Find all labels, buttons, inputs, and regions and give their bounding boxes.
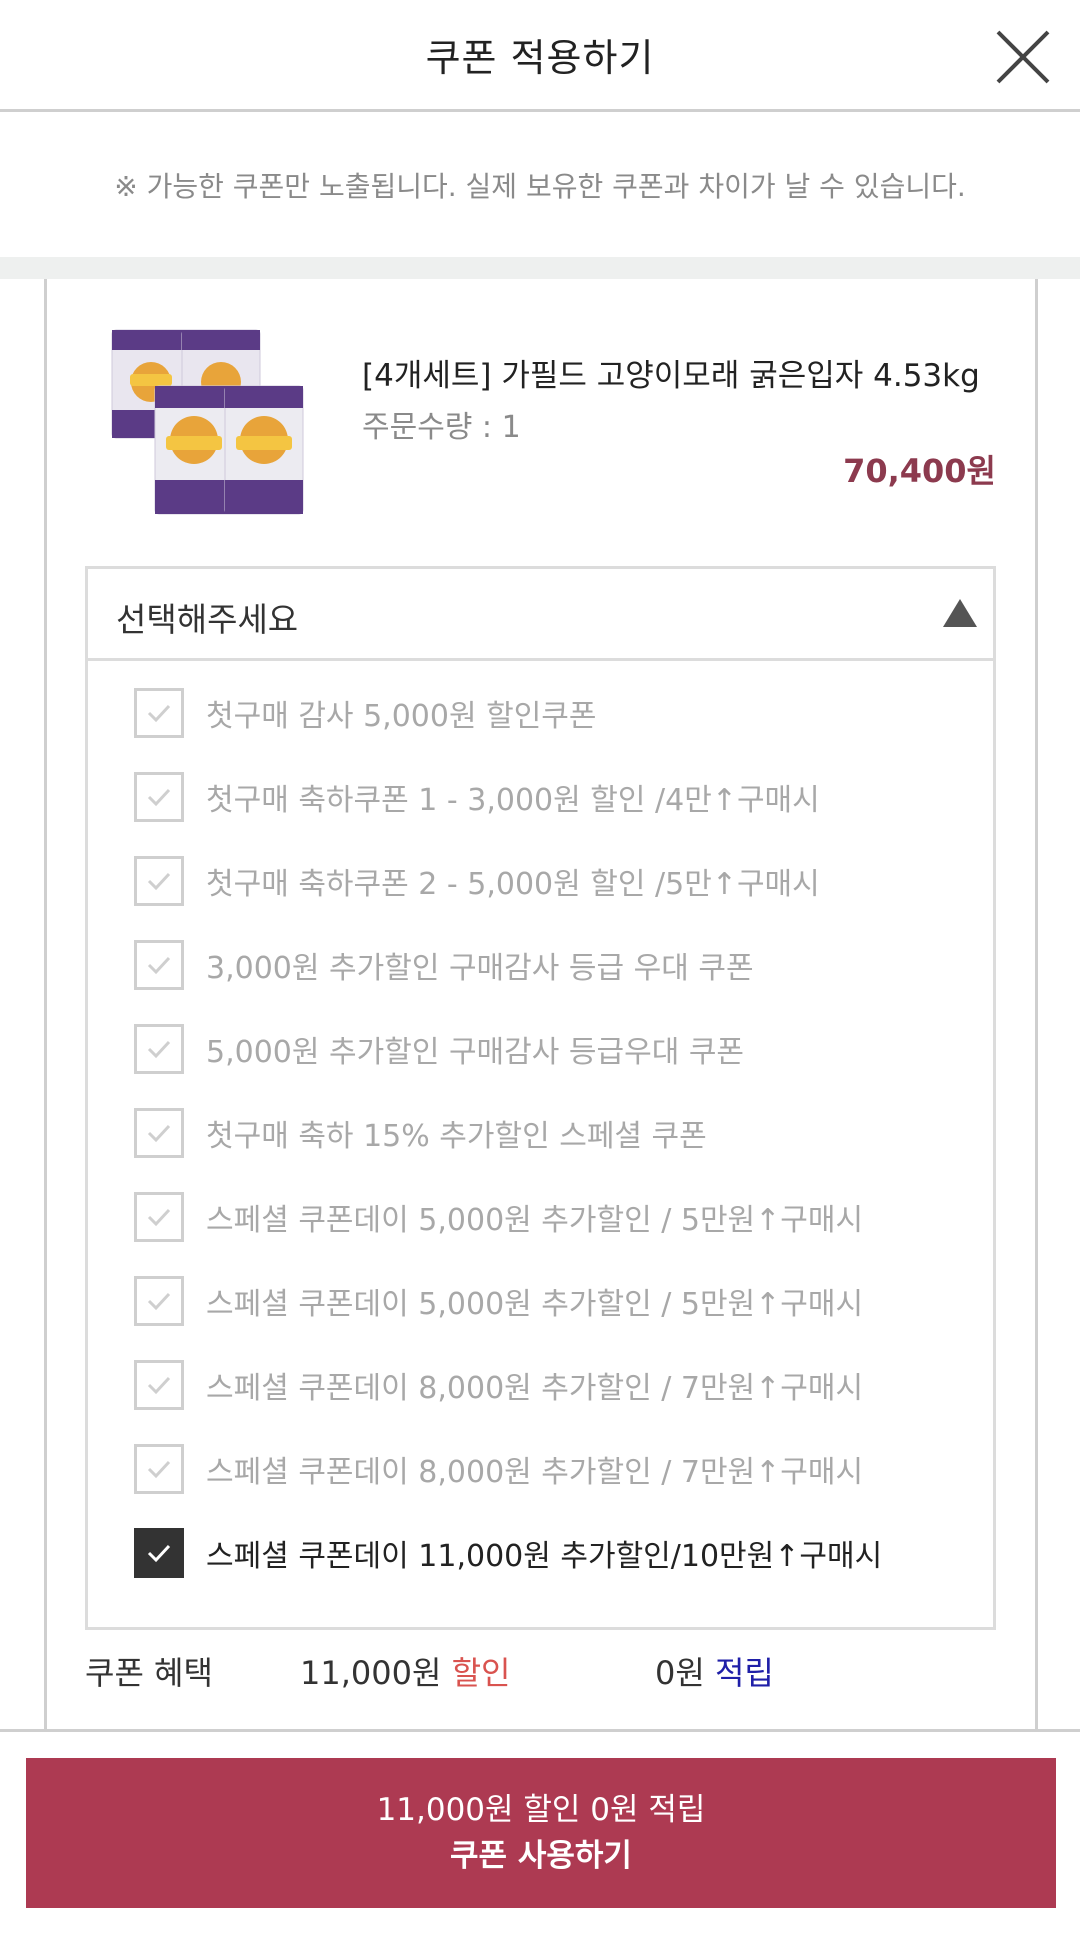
product-price: 70,400원 [843, 452, 996, 490]
coupon-label: 5,000원 추가할인 구매감사 등급우대 쿠폰 [206, 1035, 745, 1070]
coupon-checkbox[interactable] [134, 1192, 184, 1242]
coupon-list: 첫구매 감사 5,000원 할인쿠폰첫구매 축하쿠폰 1 - 3,000원 할인… [88, 661, 993, 1595]
coupon-label: 스페셜 쿠폰데이 8,000원 추가할인 / 7만원↑구매시 [206, 1371, 864, 1406]
footer-divider [0, 1729, 1080, 1732]
coupon-label: 첫구매 축하 15% 추가할인 스페셜 쿠폰 [206, 1119, 707, 1154]
coupon-checkbox[interactable] [134, 856, 184, 906]
section-divider [0, 257, 1080, 279]
submit-summary: 11,000원 할인 0원 적립 [376, 1792, 706, 1828]
modal-title: 쿠폰 적용하기 [425, 36, 655, 80]
coupon-item[interactable]: 스페셜 쿠폰데이 11,000원 추가할인/10만원↑구매시 [88, 1511, 993, 1595]
coupon-item[interactable]: 첫구매 축하 15% 추가할인 스페셜 쿠폰 [88, 1091, 993, 1175]
benefit-points: 0원 적립 [655, 1648, 774, 1694]
coupon-item[interactable]: 5,000원 추가할인 구매감사 등급우대 쿠폰 [88, 1007, 993, 1091]
coupon-item[interactable]: 첫구매 축하쿠폰 2 - 5,000원 할인 /5만↑구매시 [88, 839, 993, 923]
coupon-checkbox[interactable] [134, 940, 184, 990]
product-name: [4개세트] 가필드 고양이모래 굵은입자 4.53kg [362, 358, 980, 394]
coupon-label: 스페셜 쿠폰데이 11,000원 추가할인/10만원↑구매시 [206, 1539, 883, 1574]
submit-label: 쿠폰 사용하기 [450, 1838, 632, 1874]
coupon-label: 스페셜 쿠폰데이 5,000원 추가할인 / 5만원↑구매시 [206, 1287, 864, 1322]
check-icon [147, 1040, 171, 1059]
check-icon [147, 872, 171, 891]
modal-header: 쿠폰 적용하기 [0, 0, 1080, 112]
coupon-label: 첫구매 축하쿠폰 1 - 3,000원 할인 /4만↑구매시 [206, 783, 820, 818]
check-icon [147, 1292, 171, 1311]
coupon-checkbox[interactable] [134, 1444, 184, 1494]
coupon-checkbox[interactable] [134, 1276, 184, 1326]
coupon-item[interactable]: 스페셜 쿠폰데이 8,000원 추가할인 / 7만원↑구매시 [88, 1343, 993, 1427]
coupon-dropdown: 선택해주세요 첫구매 감사 5,000원 할인쿠폰첫구매 축하쿠폰 1 - 3,… [85, 566, 996, 1630]
discount-amount: 11,000원 [300, 1654, 442, 1692]
product-image [100, 312, 315, 532]
coupon-checkbox[interactable] [134, 1024, 184, 1074]
check-icon [147, 1544, 171, 1563]
notice-text: ※ 가능한 쿠폰만 노출됩니다. 실제 보유한 쿠폰과 차이가 날 수 있습니다… [114, 169, 966, 203]
check-icon [147, 704, 171, 723]
check-icon [147, 1208, 171, 1227]
check-icon [147, 956, 171, 975]
coupon-checkbox[interactable] [134, 1108, 184, 1158]
coupon-label: 첫구매 축하쿠폰 2 - 5,000원 할인 /5만↑구매시 [206, 867, 820, 902]
coupon-item[interactable]: 스페셜 쿠폰데이 5,000원 추가할인 / 5만원↑구매시 [88, 1175, 993, 1259]
coupon-label: 3,000원 추가할인 구매감사 등급 우대 쿠폰 [206, 951, 754, 986]
check-icon [147, 788, 171, 807]
use-coupon-button[interactable]: 11,000원 할인 0원 적립 쿠폰 사용하기 [26, 1758, 1056, 1908]
points-amount: 0원 [655, 1654, 705, 1692]
caret-up-icon [943, 599, 977, 627]
coupon-label: 스페셜 쿠폰데이 8,000원 추가할인 / 7만원↑구매시 [206, 1455, 864, 1490]
check-icon [147, 1376, 171, 1395]
coupon-item[interactable]: 스페셜 쿠폰데이 5,000원 추가할인 / 5만원↑구매시 [88, 1259, 993, 1343]
coupon-label: 스페셜 쿠폰데이 5,000원 추가할인 / 5만원↑구매시 [206, 1203, 864, 1238]
coupon-checkbox[interactable] [134, 772, 184, 822]
close-button[interactable] [994, 28, 1052, 86]
benefit-discount: 11,000원 할인 [300, 1648, 510, 1694]
coupon-checkbox[interactable] [134, 1528, 184, 1578]
coupon-item[interactable]: 첫구매 감사 5,000원 할인쿠폰 [88, 671, 993, 755]
coupon-checkbox[interactable] [134, 688, 184, 738]
coupon-item[interactable]: 첫구매 축하쿠폰 1 - 3,000원 할인 /4만↑구매시 [88, 755, 993, 839]
coupon-item[interactable]: 3,000원 추가할인 구매감사 등급 우대 쿠폰 [88, 923, 993, 1007]
check-icon [147, 1124, 171, 1143]
check-icon [147, 1460, 171, 1479]
product-quantity: 주문수량 : 1 [362, 410, 521, 445]
coupon-label: 첫구매 감사 5,000원 할인쿠폰 [206, 699, 597, 734]
coupon-checkbox[interactable] [134, 1360, 184, 1410]
benefit-label: 쿠폰 혜택 [85, 1654, 213, 1692]
select-placeholder: 선택해주세요 [116, 600, 299, 639]
points-word: 적립 [714, 1654, 774, 1692]
discount-word: 할인 [451, 1654, 511, 1692]
coupon-item[interactable]: 스페셜 쿠폰데이 8,000원 추가할인 / 7만원↑구매시 [88, 1427, 993, 1511]
coupon-select-toggle[interactable]: 선택해주세요 [88, 569, 993, 661]
close-icon [996, 30, 1050, 84]
